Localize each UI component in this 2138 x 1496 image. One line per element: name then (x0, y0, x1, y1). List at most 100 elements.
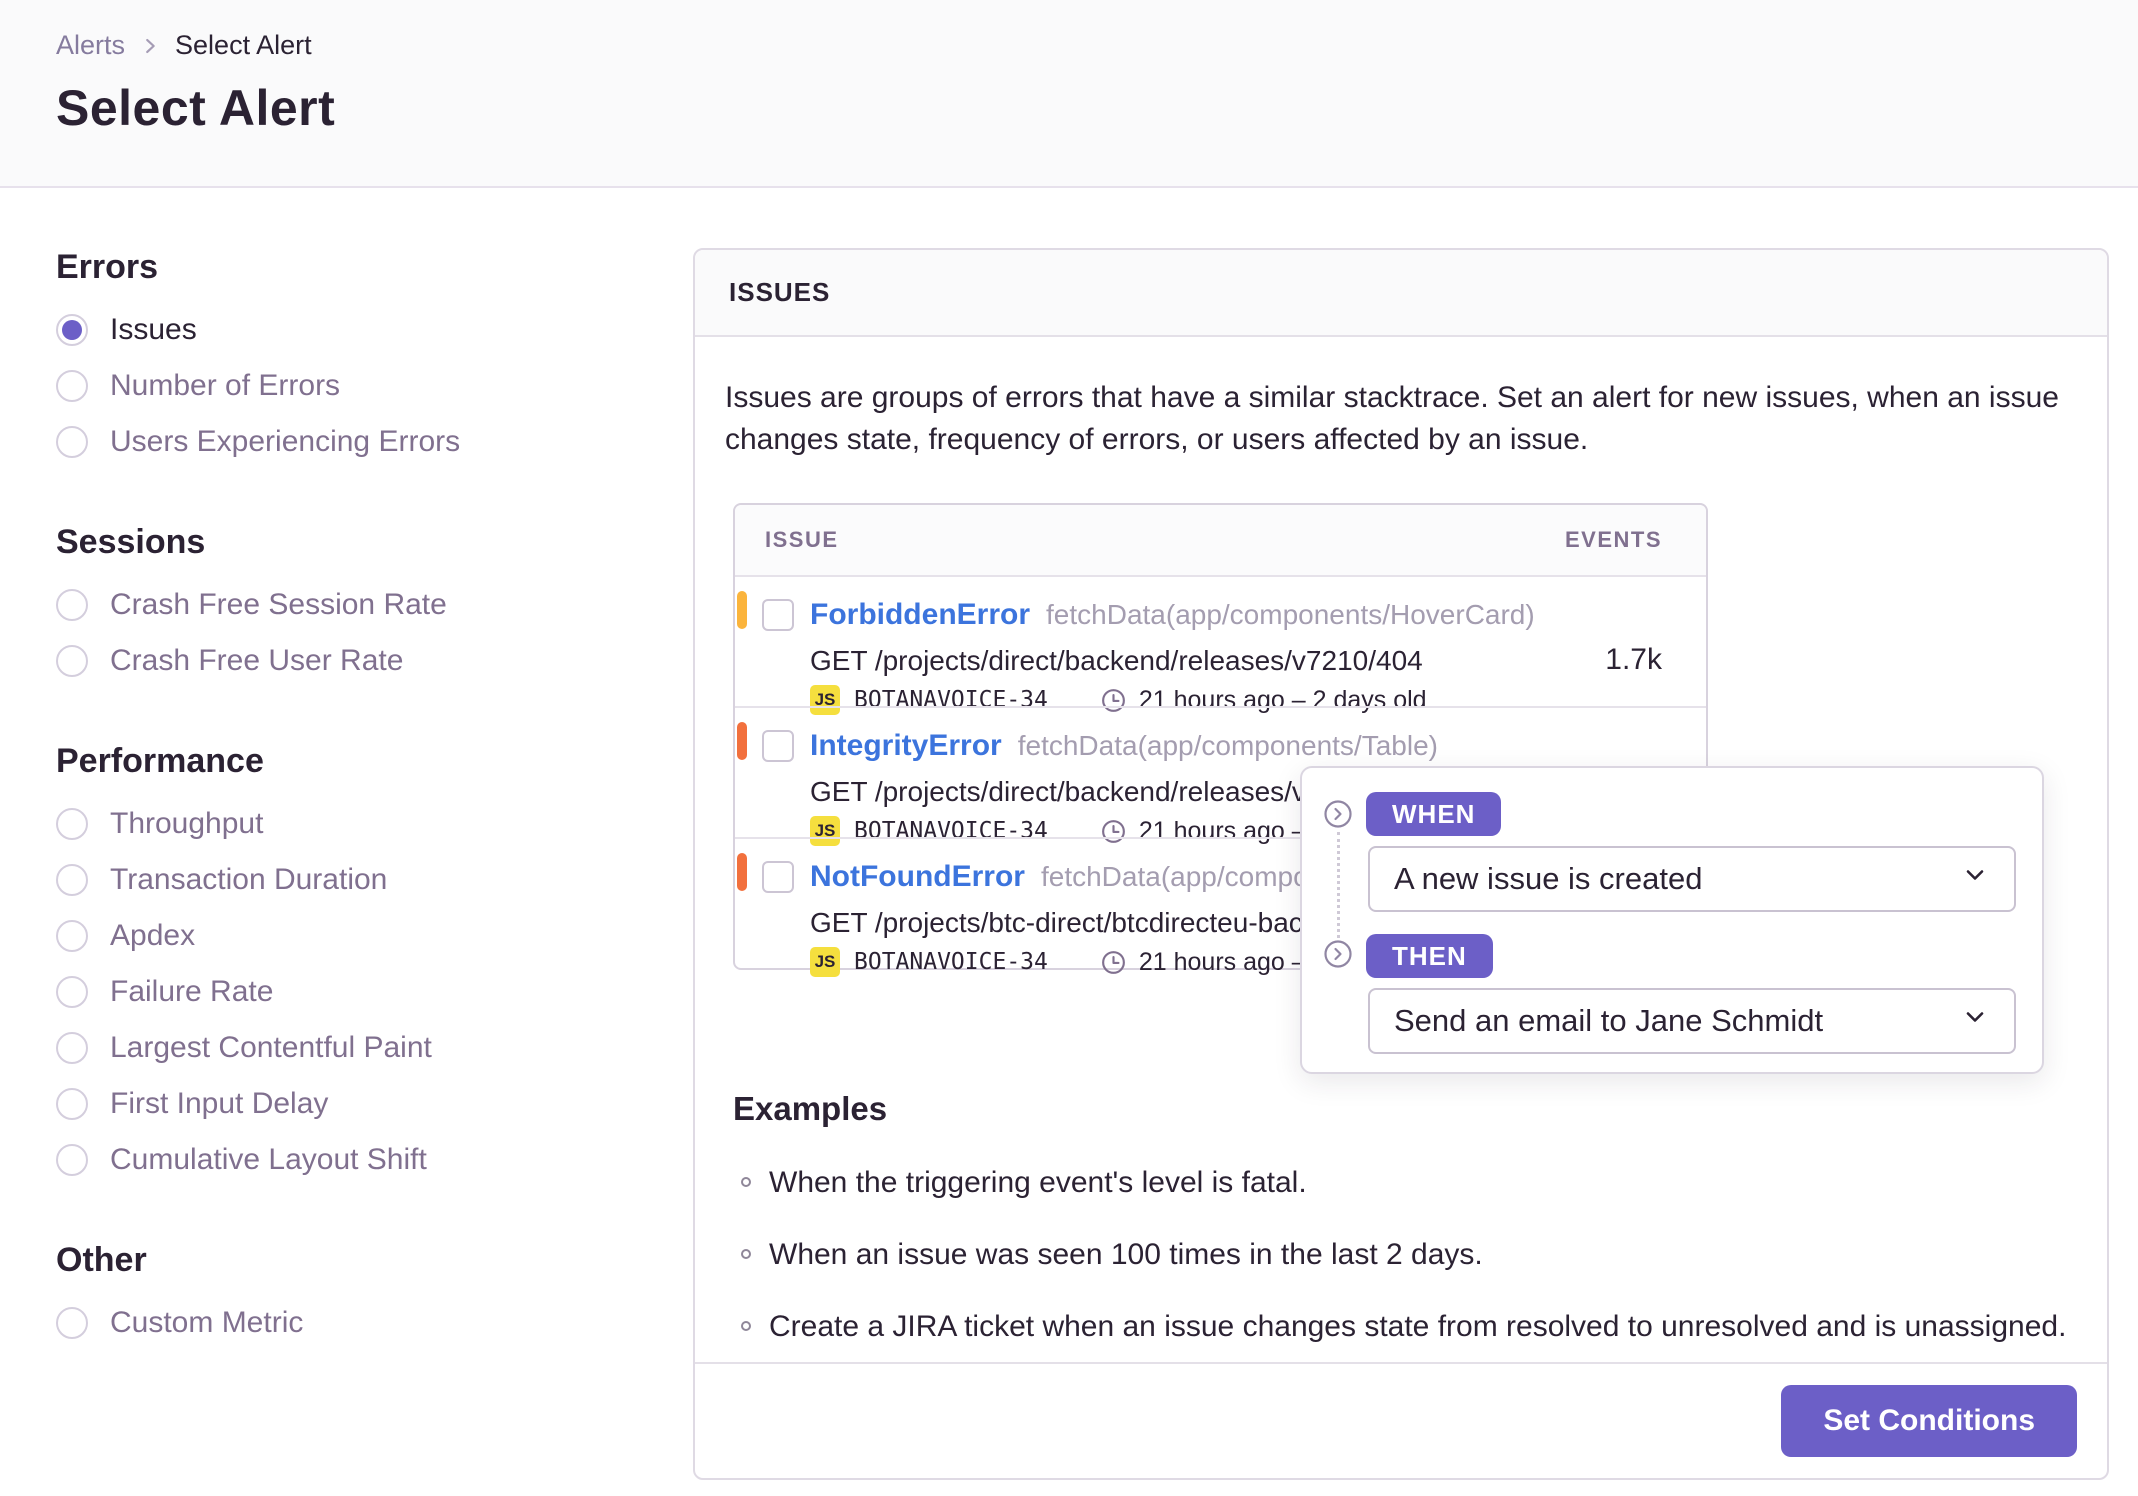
radio-icon[interactable] (56, 976, 88, 1008)
example-item: When the triggering event's level is fat… (733, 1166, 2077, 1200)
page-header: Alerts Select Alert Select Alert (0, 0, 2138, 188)
chevron-right-icon (139, 35, 161, 57)
option-label: Custom Metric (110, 1306, 304, 1339)
group-sessions: Sessions Crash Free Session Rate Crash F… (56, 523, 636, 678)
issues-description: Issues are groups of errors that have a … (725, 381, 2059, 456)
radio-option-crash-free-session-rate[interactable]: Crash Free Session Rate (56, 588, 636, 622)
issue-name-link[interactable]: NotFoundError (810, 860, 1025, 894)
issue-checkbox[interactable] (762, 861, 794, 893)
radio-option-cumulative-layout-shift[interactable]: Cumulative Layout Shift (56, 1143, 636, 1177)
issue-checkbox[interactable] (762, 599, 794, 631)
group-performance: Performance Throughput Transaction Durat… (56, 742, 636, 1177)
option-label: Crash Free Session Rate (110, 588, 447, 621)
table-header-row: ISSUE EVENTS (735, 505, 1706, 575)
option-label: Crash Free User Rate (110, 644, 404, 677)
group-errors: Errors Issues Number of Errors Users Exp… (56, 248, 636, 459)
bullet-icon (741, 1321, 751, 1331)
radio-option-issues[interactable]: Issues (56, 313, 636, 347)
breadcrumb-alerts-link[interactable]: Alerts (56, 30, 125, 61)
when-condition-select[interactable]: A new issue is created (1368, 846, 2016, 912)
radio-option-throughput[interactable]: Throughput (56, 807, 636, 841)
radio-icon[interactable] (56, 864, 88, 896)
page-title: Select Alert (56, 80, 336, 136)
radio-icon[interactable] (56, 1144, 88, 1176)
group-heading: Errors (56, 248, 159, 286)
radio-selected-icon[interactable] (56, 314, 88, 346)
issue-events-count: 1.7k (1605, 643, 1662, 676)
radio-icon[interactable] (56, 370, 88, 402)
issue-level-bar (737, 853, 747, 891)
set-conditions-button[interactable]: Set Conditions (1781, 1385, 2077, 1457)
radio-icon[interactable] (56, 1032, 88, 1064)
radio-option-number-of-errors[interactable]: Number of Errors (56, 369, 636, 403)
alert-rule-overlay: WHEN A new issue is created THEN Send an… (1300, 766, 2044, 1074)
chevron-down-icon (1960, 1002, 1990, 1040)
radio-icon[interactable] (56, 589, 88, 621)
radio-icon[interactable] (56, 426, 88, 458)
group-heading: Other (56, 1241, 147, 1279)
radio-icon[interactable] (56, 645, 88, 677)
group-heading: Performance (56, 742, 264, 780)
radio-option-custom-metric[interactable]: Custom Metric (56, 1306, 636, 1340)
option-label: Transaction Duration (110, 863, 388, 896)
example-text: Create a JIRA ticket when an issue chang… (769, 1310, 2067, 1343)
option-label: Failure Rate (110, 975, 274, 1008)
when-badge: WHEN (1366, 792, 1502, 836)
option-label: First Input Delay (110, 1087, 329, 1120)
option-label: Apdex (110, 919, 196, 952)
issue-checkbox[interactable] (762, 730, 794, 762)
breadcrumb-current: Select Alert (175, 30, 312, 60)
example-item: When an issue was seen 100 times in the … (733, 1238, 2077, 1272)
option-label: Issues (110, 313, 197, 346)
example-text: When the triggering event's level is fat… (769, 1166, 1307, 1199)
radio-option-failure-rate[interactable]: Failure Rate (56, 975, 636, 1009)
radio-option-crash-free-user-rate[interactable]: Crash Free User Rate (56, 644, 636, 678)
panel-title: ISSUES (729, 277, 831, 307)
examples-section: Examples When the triggering event's lev… (733, 1090, 2077, 1344)
issue-short-id: BOTANAVOICE-34 (854, 949, 1048, 975)
chevron-circle-icon (1324, 940, 1352, 973)
radio-option-transaction-duration[interactable]: Transaction Duration (56, 863, 636, 897)
issue-path: GET /projects/direct/backend/releases/v7… (810, 645, 1423, 676)
group-other: Other Custom Metric (56, 1241, 636, 1340)
option-label: Throughput (110, 807, 264, 840)
then-badge: THEN (1366, 934, 1493, 978)
radio-icon[interactable] (56, 1307, 88, 1339)
radio-icon[interactable] (56, 808, 88, 840)
chevron-down-icon (1960, 860, 1990, 898)
column-header-issue: ISSUE (765, 527, 839, 552)
issue-culprit: fetchData(app/components/HoverCard) (1046, 599, 1535, 630)
rule-connector-line (1337, 832, 1340, 938)
option-label: Number of Errors (110, 369, 341, 402)
panel-footer: Set Conditions (695, 1362, 2107, 1478)
examples-heading: Examples (733, 1090, 888, 1127)
radio-icon[interactable] (56, 1088, 88, 1120)
option-label: Users Experiencing Errors (110, 425, 461, 458)
breadcrumb: Alerts Select Alert (56, 30, 2138, 61)
radio-icon[interactable] (56, 920, 88, 952)
group-heading: Sessions (56, 523, 206, 561)
then-action-value: Send an email to Jane Schmidt (1394, 1003, 1824, 1038)
bullet-icon (741, 1249, 751, 1259)
radio-option-largest-contentful-paint[interactable]: Largest Contentful Paint (56, 1031, 636, 1065)
radio-option-first-input-delay[interactable]: First Input Delay (56, 1087, 636, 1121)
when-condition-value: A new issue is created (1394, 861, 1703, 896)
issue-level-bar (737, 591, 747, 629)
then-action-select[interactable]: Send an email to Jane Schmidt (1368, 988, 2016, 1054)
radio-option-apdex[interactable]: Apdex (56, 919, 636, 953)
option-label: Cumulative Layout Shift (110, 1143, 427, 1176)
radio-option-users-experiencing-errors[interactable]: Users Experiencing Errors (56, 425, 636, 459)
option-label: Largest Contentful Paint (110, 1031, 432, 1064)
issues-panel-header: ISSUES (695, 250, 2107, 337)
bullet-icon (741, 1177, 751, 1187)
column-header-events: EVENTS (1564, 527, 1662, 552)
issue-culprit: fetchData(app/components/Table) (1017, 730, 1438, 761)
table-row: ForbiddenError fetchData(app/components/… (735, 575, 1706, 715)
example-item: Create a JIRA ticket when an issue chang… (733, 1310, 2077, 1344)
alert-type-sidebar: Errors Issues Number of Errors Users Exp… (56, 248, 636, 1404)
issue-level-bar (737, 722, 747, 760)
clock-icon (1100, 949, 1127, 976)
example-text: When an issue was seen 100 times in the … (769, 1238, 1483, 1271)
issue-name-link[interactable]: ForbiddenError (810, 598, 1030, 632)
issue-name-link[interactable]: IntegrityError (810, 729, 1002, 763)
